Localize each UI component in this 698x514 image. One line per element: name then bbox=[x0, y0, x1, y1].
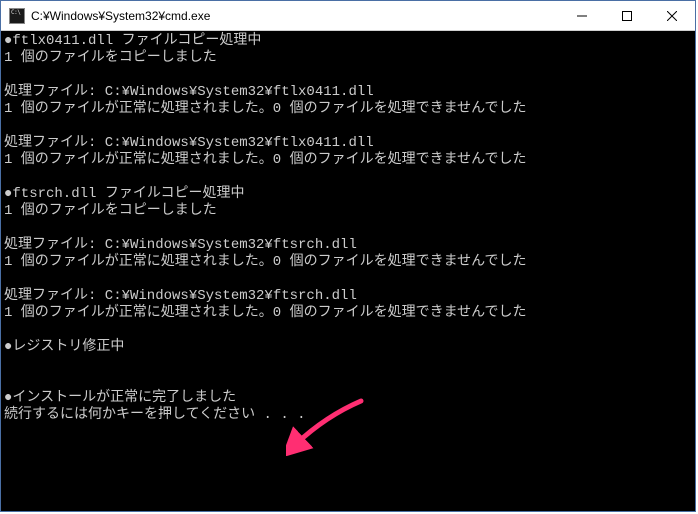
window-title: C:¥Windows¥System32¥cmd.exe bbox=[31, 9, 210, 23]
terminal-line: ●ftlx0411.dll ファイルコピー処理中 bbox=[4, 33, 692, 50]
terminal-line: 1 個のファイルが正常に処理されました。0 個のファイルを処理できませんでした bbox=[4, 152, 692, 169]
terminal-line: 1 個のファイルをコピーしました bbox=[4, 50, 692, 67]
maximize-button[interactable] bbox=[604, 1, 649, 30]
terminal-line bbox=[4, 169, 692, 186]
terminal-line: 1 個のファイルをコピーしました bbox=[4, 203, 692, 220]
cmd-icon bbox=[9, 8, 25, 24]
terminal-line: 1 個のファイルが正常に処理されました。0 個のファイルを処理できませんでした bbox=[4, 305, 692, 322]
terminal-line bbox=[4, 118, 692, 135]
close-button[interactable] bbox=[649, 1, 695, 30]
close-icon bbox=[667, 11, 677, 21]
terminal-line: 処理ファイル: C:¥Windows¥System32¥ftlx0411.dll bbox=[4, 135, 692, 152]
terminal-line: 処理ファイル: C:¥Windows¥System32¥ftsrch.dll bbox=[4, 237, 692, 254]
minimize-button[interactable] bbox=[559, 1, 604, 30]
terminal-line bbox=[4, 220, 692, 237]
terminal-line: 続行するには何かキーを押してください . . . bbox=[4, 407, 692, 424]
terminal-line bbox=[4, 67, 692, 84]
maximize-icon bbox=[622, 11, 632, 21]
terminal-line bbox=[4, 373, 692, 390]
terminal-output[interactable]: ●ftlx0411.dll ファイルコピー処理中1 個のファイルをコピーしました… bbox=[1, 31, 695, 511]
terminal-line: 1 個のファイルが正常に処理されました。0 個のファイルを処理できませんでした bbox=[4, 101, 692, 118]
terminal-line: 処理ファイル: C:¥Windows¥System32¥ftsrch.dll bbox=[4, 288, 692, 305]
title-bar[interactable]: C:¥Windows¥System32¥cmd.exe bbox=[1, 1, 695, 31]
terminal-line: ●レジストリ修正中 bbox=[4, 339, 692, 356]
cmd-window: C:¥Windows¥System32¥cmd.exe ●ftlx0411.dl… bbox=[0, 0, 696, 512]
terminal-line bbox=[4, 322, 692, 339]
terminal-line: ●インストールが正常に完了しました bbox=[4, 390, 692, 407]
minimize-icon bbox=[577, 11, 587, 21]
terminal-line bbox=[4, 271, 692, 288]
terminal-line: ●ftsrch.dll ファイルコピー処理中 bbox=[4, 186, 692, 203]
terminal-line: 処理ファイル: C:¥Windows¥System32¥ftlx0411.dll bbox=[4, 84, 692, 101]
terminal-line bbox=[4, 356, 692, 373]
terminal-line: 1 個のファイルが正常に処理されました。0 個のファイルを処理できませんでした bbox=[4, 254, 692, 271]
